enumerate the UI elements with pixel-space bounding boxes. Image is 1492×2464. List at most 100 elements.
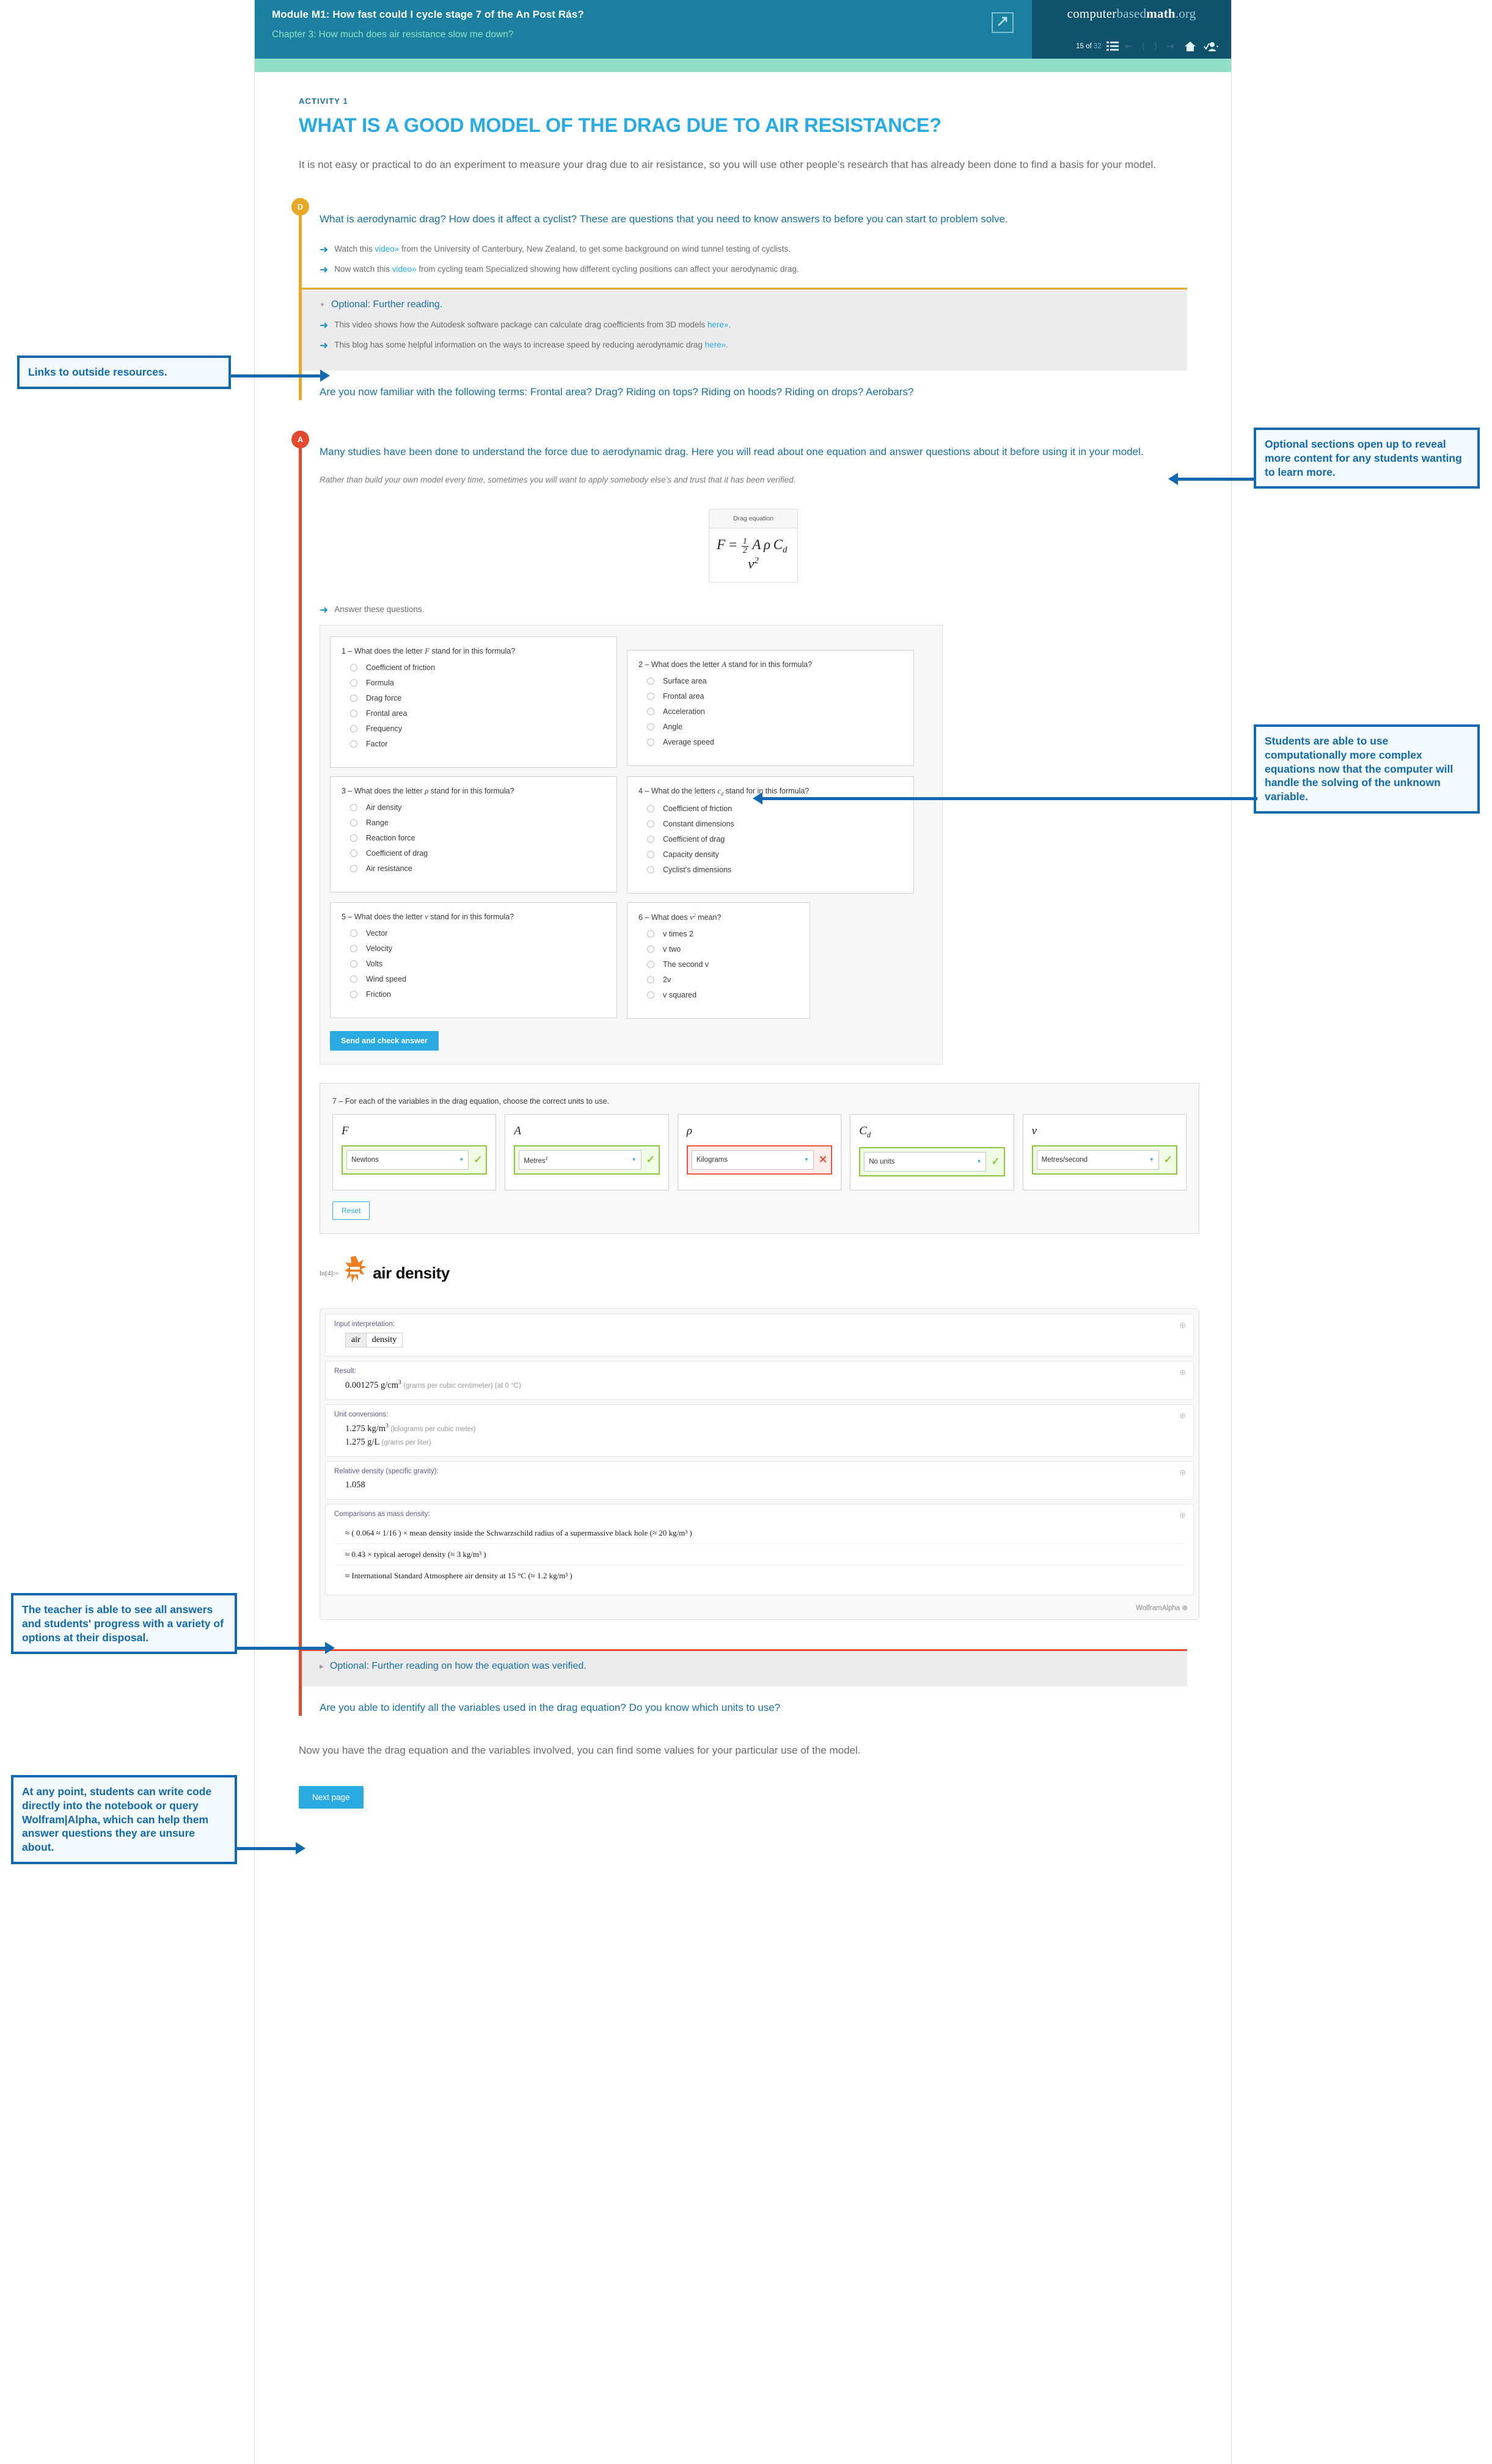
first-page-icon[interactable]: ⇤ <box>1125 40 1133 53</box>
quiz-option[interactable]: Surface area <box>647 677 902 685</box>
quiz-option[interactable]: Frontal area <box>647 692 902 701</box>
arrow-right-icon: ➜ <box>320 319 329 331</box>
quiz-option[interactable]: Friction <box>350 990 605 999</box>
radio-button[interactable] <box>350 679 357 687</box>
user-account-icon[interactable] <box>1204 41 1218 52</box>
quiz-option[interactable]: Coefficient of friction <box>350 663 605 672</box>
quiz-option[interactable]: Reaction force <box>350 834 605 842</box>
radio-button[interactable] <box>350 850 357 858</box>
unit-select-Cd[interactable]: No units ▼ <box>864 1151 987 1172</box>
radio-button[interactable] <box>350 975 357 983</box>
radio-button[interactable] <box>647 708 654 716</box>
quiz-option[interactable]: Volts <box>350 960 605 968</box>
here-link[interactable]: here» <box>705 340 726 349</box>
unit-select-F[interactable]: Newtons ▼ <box>346 1150 469 1170</box>
header-brand-nav: computerbasedmath.org 15 of 32 ⇤ ⟨ ⟩ ⇥ <box>1032 0 1231 59</box>
quiz-option[interactable]: Capacity density <box>647 850 902 859</box>
radio-button[interactable] <box>647 723 654 731</box>
radio-button[interactable] <box>350 834 357 842</box>
radio-button[interactable] <box>350 710 357 718</box>
radio-button[interactable] <box>350 819 357 827</box>
send-and-check-answer-button[interactable]: Send and check answer <box>330 1030 439 1051</box>
plus-icon[interactable]: ⊕ <box>1179 1511 1186 1520</box>
quiz-option[interactable]: Air density <box>350 803 605 812</box>
annotation-write-code-wolfram: At any point, students can write code di… <box>11 1775 237 1864</box>
radio-button[interactable] <box>350 960 357 968</box>
option-label: Drag force <box>366 694 402 703</box>
optional-toggle[interactable]: ▼ Optional: Further reading. <box>320 299 1187 310</box>
quiz-option[interactable]: Vector <box>350 929 605 938</box>
reset-button[interactable]: Reset <box>332 1201 370 1220</box>
radio-button[interactable] <box>350 990 357 998</box>
comparison-row: ≈ 0.43 × typical aerogel density (≈ 3 kg… <box>334 1544 1185 1566</box>
quiz-option[interactable]: Coefficient of drag <box>350 849 605 858</box>
radio-button[interactable] <box>350 804 357 812</box>
radio-button[interactable] <box>350 740 357 748</box>
radio-button[interactable] <box>647 866 654 873</box>
unit-select-A[interactable]: Metres2 ▼ <box>519 1150 642 1170</box>
quiz-option[interactable]: Average speed <box>647 738 902 746</box>
optional-toggle-bottom[interactable]: ▶ Optional: Further reading on how the e… <box>320 1661 1187 1672</box>
radio-button[interactable] <box>350 865 357 873</box>
radio-button[interactable] <box>350 694 357 702</box>
quiz-option[interactable]: v two <box>647 945 799 953</box>
wolfram-attribution[interactable]: WolframAlpha ⊕ <box>325 1600 1194 1614</box>
last-page-icon[interactable]: ⇥ <box>1166 40 1174 53</box>
quiz-option[interactable]: Constant dimensions <box>647 820 902 828</box>
radio-button[interactable] <box>647 991 654 999</box>
prev-page-icon[interactable]: ⟨ <box>1141 40 1145 53</box>
radio-button[interactable] <box>647 960 654 968</box>
list-icon[interactable] <box>1106 41 1119 52</box>
plus-icon[interactable]: ⊕ <box>1179 1468 1186 1478</box>
annotation-arrowhead-3 <box>753 792 762 804</box>
quiz-option[interactable]: Drag force <box>350 694 605 702</box>
radio-button[interactable] <box>647 738 654 746</box>
radio-button[interactable] <box>647 820 654 828</box>
video-link[interactable]: video» <box>392 264 417 274</box>
radio-button[interactable] <box>647 850 654 858</box>
chip-part-2: density <box>371 1335 397 1344</box>
radio-button[interactable] <box>350 929 357 937</box>
quiz-option[interactable]: 2v <box>647 975 799 984</box>
plus-icon[interactable]: ⊕ <box>1179 1368 1186 1377</box>
quiz-option[interactable]: Wind speed <box>350 975 605 983</box>
quiz-option[interactable]: Velocity <box>350 944 605 953</box>
radio-button[interactable] <box>647 945 654 953</box>
quiz-option[interactable]: Coefficient of friction <box>647 804 902 813</box>
radio-button[interactable] <box>647 975 654 983</box>
radio-button[interactable] <box>647 677 654 685</box>
quiz-option[interactable]: Frequency <box>350 724 605 733</box>
quiz-option[interactable]: Cyclist's dimensions <box>647 866 902 874</box>
quiz-option[interactable]: Air resistance <box>350 864 605 873</box>
plus-icon[interactable]: ⊕ <box>1179 1411 1186 1421</box>
next-page-icon[interactable]: ⟩ <box>1154 40 1157 53</box>
plus-icon[interactable]: ⊕ <box>1179 1321 1186 1330</box>
radio-button[interactable] <box>350 725 357 733</box>
quiz-option[interactable]: Acceleration <box>647 707 902 716</box>
radio-button[interactable] <box>647 835 654 843</box>
radio-button[interactable] <box>647 693 654 701</box>
radio-button[interactable] <box>350 664 357 672</box>
option-label: Volts <box>366 959 383 968</box>
quiz-option[interactable]: Coefficient of drag <box>647 835 902 844</box>
quiz-option[interactable]: Factor <box>350 740 605 748</box>
radio-button[interactable] <box>647 804 654 812</box>
quiz-option[interactable]: v squared <box>647 991 799 999</box>
here-link[interactable]: here» <box>708 320 729 329</box>
radio-button[interactable] <box>350 944 357 952</box>
home-icon[interactable] <box>1184 41 1196 52</box>
next-page-button[interactable]: Next page <box>299 1785 364 1809</box>
quiz-option[interactable]: Frontal area <box>350 709 605 718</box>
quiz-option[interactable]: Angle <box>647 723 902 731</box>
quiz-option[interactable]: v times 2 <box>647 930 799 938</box>
radio-button[interactable] <box>647 930 654 938</box>
unit-select-rho[interactable]: Kilograms ▼ <box>691 1150 814 1170</box>
quiz-option[interactable]: Range <box>350 818 605 827</box>
unit-select-v[interactable]: Metres/second ▼ <box>1036 1150 1159 1170</box>
external-link-icon[interactable] <box>992 12 1014 33</box>
unit-card-Cd: Cd No units ▼ ✓ <box>850 1114 1014 1190</box>
video-link[interactable]: video» <box>375 244 400 253</box>
quiz-option[interactable]: Formula <box>350 679 605 687</box>
option-label: v two <box>663 944 681 953</box>
quiz-option[interactable]: The second v <box>647 960 799 969</box>
